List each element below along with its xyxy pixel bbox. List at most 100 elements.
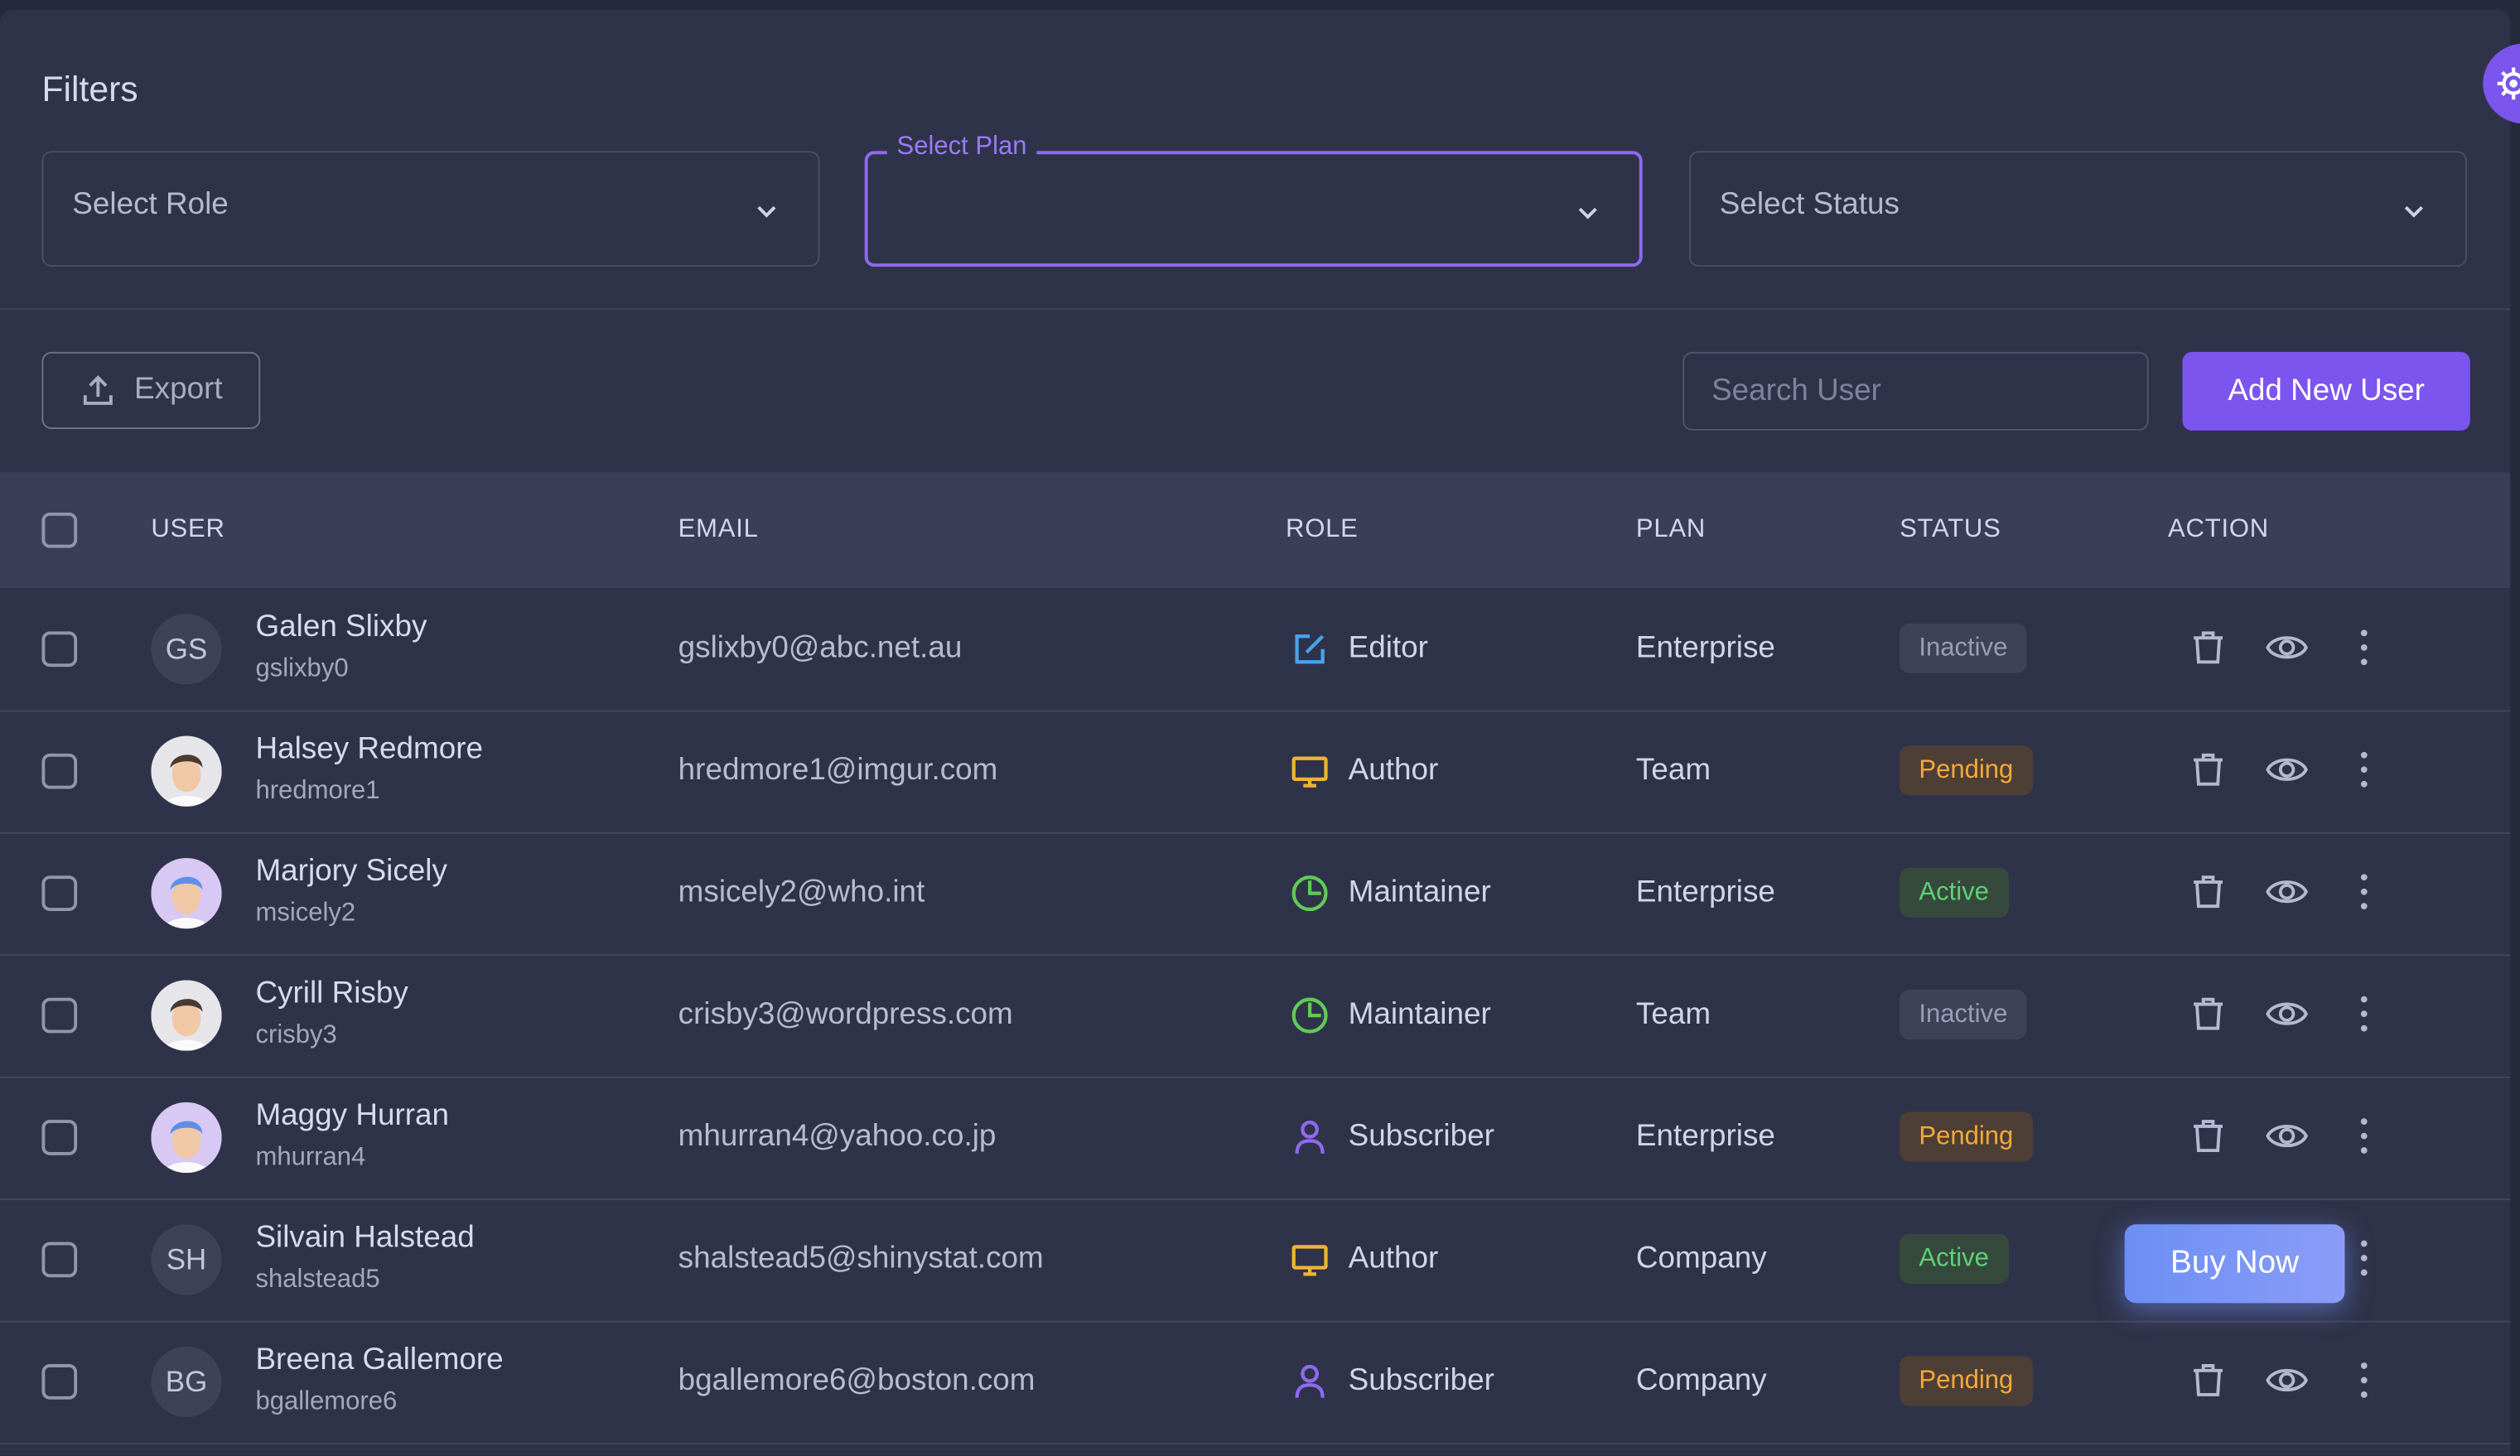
- export-label: Export: [134, 373, 223, 407]
- monitor-icon: [1291, 1241, 1330, 1287]
- export-button[interactable]: Export: [41, 351, 261, 429]
- user-name[interactable]: Marjory Sicely: [255, 855, 447, 890]
- eye-icon[interactable]: [2266, 1116, 2309, 1163]
- delete-icon[interactable]: [2189, 995, 2228, 1041]
- table-row: Halsey Redmore hredmore1 hredmore1@imgur…: [0, 710, 2511, 834]
- table-row: Cyrill Risby crisby3 crisby3@wordpress.c…: [0, 954, 2511, 1078]
- eye-icon[interactable]: [2266, 872, 2309, 918]
- column-header-action: ACTION: [2168, 515, 2270, 543]
- user-role: Subscriber: [1348, 1120, 1494, 1154]
- column-header-role[interactable]: ROLE: [1286, 516, 1359, 545]
- user-handle: msicely2: [255, 899, 356, 928]
- row-checkbox[interactable]: [41, 1120, 78, 1155]
- column-header-status[interactable]: STATUS: [1900, 516, 2001, 545]
- user-handle: crisby3: [255, 1021, 337, 1049]
- more-vertical-icon[interactable]: [2351, 872, 2377, 918]
- table-row: BG Breena Gallemore bgallemore6 bgallemo…: [0, 1321, 2511, 1445]
- avatar: [151, 1102, 222, 1174]
- user-handle: mhurran4: [255, 1144, 366, 1172]
- user-role: Maintainer: [1348, 997, 1491, 1032]
- user-icon: [1291, 1362, 1330, 1409]
- row-checkbox[interactable]: [41, 631, 78, 668]
- select-plan-label: Select Plan: [886, 133, 1037, 162]
- edit-icon: [1291, 629, 1330, 676]
- user-name[interactable]: Maggy Hurran: [255, 1099, 449, 1135]
- user-handle: hredmore1: [255, 777, 380, 805]
- row-checkbox[interactable]: [41, 1364, 78, 1400]
- user-role: Maintainer: [1348, 875, 1491, 910]
- user-plan: Team: [1635, 753, 1711, 788]
- select-status[interactable]: Select Status: [1688, 151, 2467, 268]
- eye-icon[interactable]: [2266, 629, 2309, 675]
- select-plan[interactable]: Select Plan: [864, 133, 1643, 268]
- select-role-placeholder: Select Role: [72, 187, 229, 222]
- table-row: Marjory Sicely msicely2 msicely2@who.int…: [0, 832, 2511, 957]
- column-header-plan[interactable]: PLAN: [1636, 516, 1706, 545]
- row-checkbox[interactable]: [41, 1241, 78, 1278]
- column-header-user[interactable]: USER: [151, 516, 224, 545]
- select-status-placeholder: Select Status: [1719, 187, 1900, 222]
- user-plan: Team: [1635, 997, 1711, 1032]
- status-badge: Pending: [1900, 745, 2033, 796]
- user-plan: Enterprise: [1635, 875, 1775, 910]
- delete-icon[interactable]: [2189, 1361, 2228, 1407]
- eye-icon[interactable]: [2266, 995, 2309, 1041]
- delete-icon[interactable]: [2189, 629, 2228, 675]
- delete-icon[interactable]: [2189, 1116, 2228, 1163]
- select-all-checkbox[interactable]: [41, 512, 78, 548]
- user-email: crisby3@wordpress.com: [678, 997, 1013, 1032]
- more-vertical-icon[interactable]: [2351, 1239, 2377, 1285]
- avatar: SH: [151, 1224, 222, 1295]
- user-role: Author: [1348, 753, 1439, 788]
- user-role: Editor: [1348, 631, 1428, 666]
- user-email: msicely2@who.int: [678, 875, 925, 910]
- table-row: GS Galen Slixby gslixby0 gslixby0@abc.ne…: [0, 588, 2511, 712]
- user-name[interactable]: Halsey Redmore: [255, 733, 483, 769]
- delete-icon[interactable]: [2189, 750, 2228, 797]
- user-plan: Enterprise: [1635, 1120, 1775, 1154]
- user-name[interactable]: Galen Slixby: [255, 610, 427, 646]
- user-name[interactable]: Breena Gallemore: [255, 1343, 503, 1379]
- column-header-email[interactable]: EMAIL: [678, 516, 759, 545]
- eye-icon[interactable]: [2266, 1361, 2309, 1407]
- more-vertical-icon[interactable]: [2351, 750, 2377, 797]
- avatar-initials: GS: [165, 632, 208, 665]
- chevron-down-icon: [757, 205, 776, 218]
- status-badge: Active: [1900, 1233, 2009, 1285]
- avatar-initials: BG: [165, 1365, 208, 1397]
- row-checkbox[interactable]: [41, 753, 78, 789]
- user-plan: Enterprise: [1635, 631, 1775, 666]
- user-email: gslixby0@abc.net.au: [678, 631, 963, 666]
- divider: [0, 308, 2511, 311]
- more-vertical-icon[interactable]: [2351, 1116, 2377, 1163]
- monitor-icon: [1291, 752, 1330, 798]
- row-checkbox[interactable]: [41, 997, 78, 1034]
- search-input[interactable]: [1682, 351, 2149, 431]
- user-role: Subscriber: [1348, 1364, 1494, 1398]
- more-vertical-icon[interactable]: [2351, 629, 2377, 675]
- delete-icon[interactable]: [2189, 872, 2228, 918]
- table-row: Maggy Hurran mhurran4 mhurran4@yahoo.co.…: [0, 1077, 2511, 1201]
- user-name[interactable]: Cyrill Risby: [255, 977, 408, 1013]
- more-vertical-icon[interactable]: [2351, 995, 2377, 1041]
- more-vertical-icon[interactable]: [2351, 1361, 2377, 1407]
- status-badge: Inactive: [1900, 623, 2027, 673]
- add-new-user-button[interactable]: Add New User: [2182, 351, 2470, 431]
- gear-icon: [2497, 67, 2520, 100]
- user-icon: [1291, 1118, 1330, 1164]
- user-plan: Company: [1635, 1241, 1767, 1276]
- select-role[interactable]: Select Role: [41, 151, 820, 268]
- user-name[interactable]: Silvain Halstead: [255, 1221, 474, 1256]
- user-handle: gslixby0: [255, 655, 349, 683]
- eye-icon[interactable]: [2266, 750, 2309, 797]
- user-email: hredmore1@imgur.com: [678, 753, 998, 788]
- status-badge: Pending: [1900, 1111, 2033, 1162]
- avatar: [151, 980, 222, 1051]
- upload-icon: [82, 375, 112, 405]
- buy-now-button[interactable]: Buy Now: [2124, 1224, 2345, 1304]
- status-badge: Inactive: [1900, 990, 2027, 1040]
- chevron-down-icon: [1578, 207, 1597, 219]
- row-checkbox[interactable]: [41, 875, 78, 911]
- user-handle: shalstead5: [255, 1266, 380, 1294]
- status-badge: Pending: [1900, 1356, 2033, 1406]
